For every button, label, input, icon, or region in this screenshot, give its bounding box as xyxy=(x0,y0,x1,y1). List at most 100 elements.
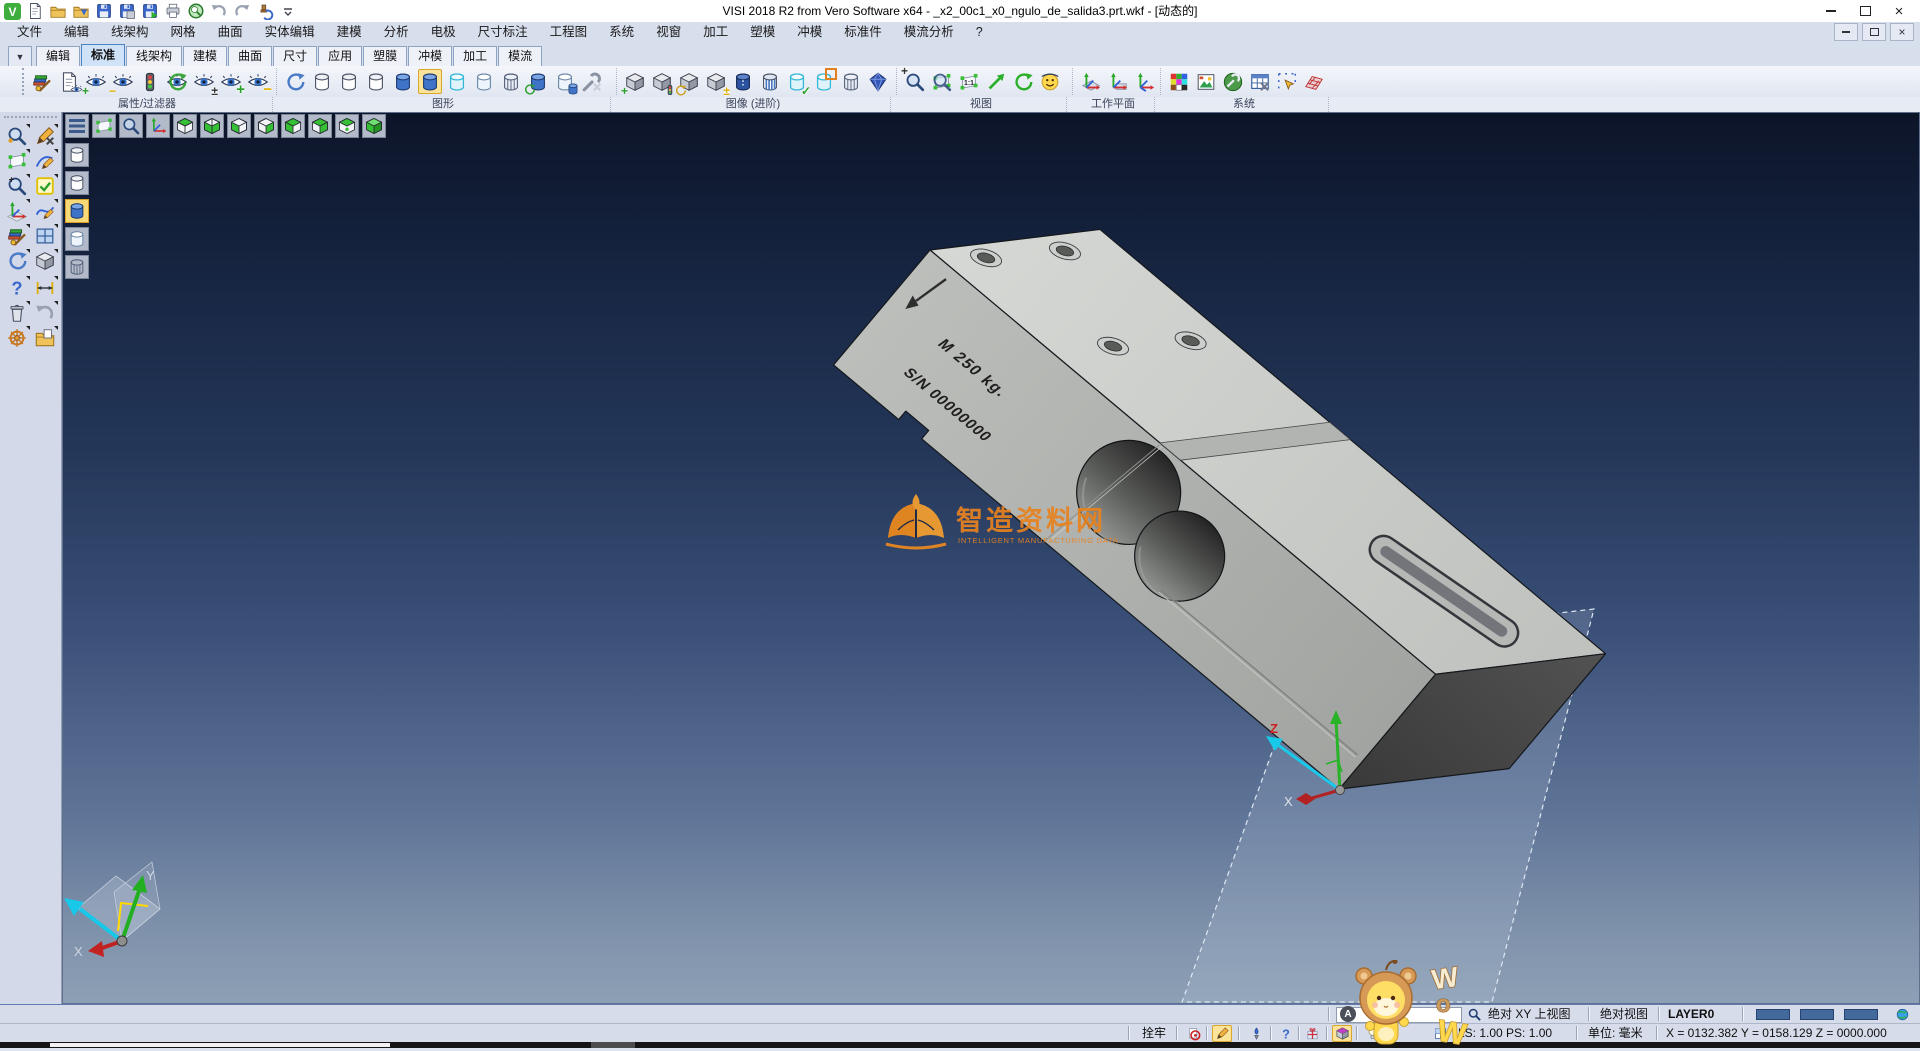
menu-dimension[interactable]: 尺寸标注 xyxy=(467,22,539,42)
pan-arrow-icon[interactable] xyxy=(984,69,1008,94)
solid-gem-icon[interactable] xyxy=(866,69,890,94)
view-axes-icon[interactable] xyxy=(146,114,170,138)
attributes-stack-icon[interactable] xyxy=(4,224,30,247)
cylinder-wireframe-icon[interactable] xyxy=(310,69,334,94)
view-bottom-icon[interactable] xyxy=(200,114,224,138)
delete-trash-icon[interactable] xyxy=(4,301,30,324)
workplane-create-icon[interactable] xyxy=(1079,69,1103,94)
cylinder-copy-icon[interactable] xyxy=(553,69,577,94)
menu-edit[interactable]: 编辑 xyxy=(53,22,100,42)
solid-toggle-icon[interactable]: ± xyxy=(704,69,728,94)
menu-file[interactable]: 文件 xyxy=(6,22,53,42)
tab-mould[interactable]: 塑膜 xyxy=(363,46,407,66)
cylinder-mesh-icon[interactable] xyxy=(499,69,523,94)
spline-pencil-icon[interactable] xyxy=(32,199,58,222)
cylinder-frame-icon[interactable] xyxy=(812,69,836,94)
view-mode-label[interactable]: 绝对 XY 上视图 xyxy=(1488,1005,1570,1023)
render-mesh-icon[interactable] xyxy=(65,255,89,279)
cylinder-translucent-icon[interactable] xyxy=(445,69,469,94)
record-red-icon[interactable] xyxy=(1184,1025,1204,1042)
menu-system[interactable]: 系统 xyxy=(598,22,645,42)
menu-machining[interactable]: 加工 xyxy=(692,22,739,42)
tab-dimension[interactable]: 尺寸 xyxy=(273,46,317,66)
show-all-icon[interactable]: + xyxy=(219,69,243,94)
menu-standard-parts[interactable]: 标准件 xyxy=(833,22,893,42)
menu-progress[interactable]: 冲模 xyxy=(786,22,833,42)
menu-mesh[interactable]: 网格 xyxy=(160,22,207,42)
load-cell-model[interactable]: M 250 kg. S/N 00000000 xyxy=(834,154,1606,864)
menu-flow-analysis[interactable]: 模流分析 xyxy=(893,22,965,42)
menu-wireframe[interactable]: 线架构 xyxy=(100,22,160,42)
cylinder-solid-icon[interactable] xyxy=(731,69,755,94)
open-folder-icon[interactable] xyxy=(32,326,58,349)
mdi-minimize-button[interactable] xyxy=(1834,23,1858,41)
solid-cube-icon[interactable] xyxy=(32,249,58,272)
tab-dropdown-button[interactable]: ▼ xyxy=(8,46,32,66)
graphics-tools-icon[interactable] xyxy=(580,69,604,94)
minimize-button[interactable] xyxy=(1814,0,1848,22)
erase-pencil-icon[interactable] xyxy=(32,124,58,147)
cylinder-flat-icon[interactable] xyxy=(472,69,496,94)
refresh-visibility-icon[interactable] xyxy=(165,69,189,94)
point-select-icon[interactable] xyxy=(1275,69,1299,94)
system-tools-icon[interactable] xyxy=(1221,69,1245,94)
render-wireframe-icon[interactable] xyxy=(65,143,89,167)
viewport-3d[interactable]: M 250 kg. S/N 00000000 Z X Z xyxy=(62,112,1920,1004)
view-plane-icon[interactable] xyxy=(92,114,116,138)
zoom-plus-icon[interactable]: + xyxy=(4,174,30,197)
regen-icon[interactable] xyxy=(283,69,307,94)
view-rotate-icon[interactable] xyxy=(1011,69,1035,94)
cylinder-hidden-line-icon[interactable] xyxy=(337,69,361,94)
color-palette-icon[interactable] xyxy=(1167,69,1191,94)
tab-surface[interactable]: 曲面 xyxy=(228,46,272,66)
menu-drawing[interactable]: 工程图 xyxy=(539,22,599,42)
tab-flow[interactable]: 模流 xyxy=(498,46,542,66)
color-swatch-2[interactable] xyxy=(1800,1009,1834,1020)
mdi-close-button[interactable]: × xyxy=(1890,23,1914,41)
snap-lock-label[interactable]: 拴牢 xyxy=(1142,1024,1166,1042)
gift-box-icon[interactable] xyxy=(1302,1025,1322,1042)
render-translucent-icon[interactable] xyxy=(65,227,89,251)
tab-standard[interactable]: 标准 xyxy=(81,44,125,66)
cylinder-recycle-icon[interactable] xyxy=(526,69,550,94)
measure-dimension-icon[interactable] xyxy=(32,276,58,299)
view-zoom-icon[interactable] xyxy=(119,114,143,138)
tab-modeling[interactable]: 建模 xyxy=(183,46,227,66)
tab-progress[interactable]: 冲模 xyxy=(408,46,452,66)
view-menu-icon[interactable] xyxy=(65,114,89,138)
globe-icon[interactable] xyxy=(1892,1006,1912,1023)
view-top-icon[interactable] xyxy=(173,114,197,138)
attributes-paint-icon[interactable] xyxy=(30,69,54,94)
view-right-icon[interactable] xyxy=(308,114,332,138)
cylinder-striped-icon[interactable] xyxy=(758,69,782,94)
toggle-visibility-icon[interactable]: ± xyxy=(192,69,216,94)
close-button[interactable]: × xyxy=(1882,0,1916,22)
workplane-axes-icon[interactable] xyxy=(1133,69,1157,94)
zoom-actual-icon[interactable]: 1:1 xyxy=(957,69,981,94)
view-left-icon[interactable] xyxy=(281,114,305,138)
ink-drop-icon[interactable] xyxy=(1246,1025,1266,1042)
render-hidden-line-icon[interactable] xyxy=(65,171,89,195)
render-shaded-icon[interactable] xyxy=(65,199,89,223)
plane-select-icon[interactable] xyxy=(4,149,30,172)
view-front-icon[interactable] xyxy=(227,114,251,138)
solid-refresh-icon[interactable] xyxy=(677,69,701,94)
menu-analysis[interactable]: 分析 xyxy=(373,22,420,42)
validate-checkbox-icon[interactable] xyxy=(32,174,58,197)
view-iso-icon[interactable] xyxy=(335,114,359,138)
tab-wireframe[interactable]: 线架构 xyxy=(126,46,182,66)
menu-solid-edit[interactable]: 实体编辑 xyxy=(254,22,326,42)
maximize-button[interactable] xyxy=(1848,0,1882,22)
preview-document-icon[interactable] xyxy=(57,69,81,94)
menu-mould[interactable]: 塑模 xyxy=(739,22,786,42)
edit-wand-icon[interactable] xyxy=(1212,1025,1232,1042)
cylinder-wire-icon[interactable] xyxy=(839,69,863,94)
wcs-axes-icon[interactable] xyxy=(4,199,30,222)
menu-help[interactable]: ? xyxy=(965,22,994,42)
solid-filter-icon[interactable] xyxy=(650,69,674,94)
color-swatch-3[interactable] xyxy=(1844,1009,1878,1020)
menu-surface[interactable]: 曲面 xyxy=(207,22,254,42)
tab-machining[interactable]: 加工 xyxy=(453,46,497,66)
entity-search-icon[interactable] xyxy=(4,124,30,147)
filter-traffic-light-icon[interactable] xyxy=(138,69,162,94)
